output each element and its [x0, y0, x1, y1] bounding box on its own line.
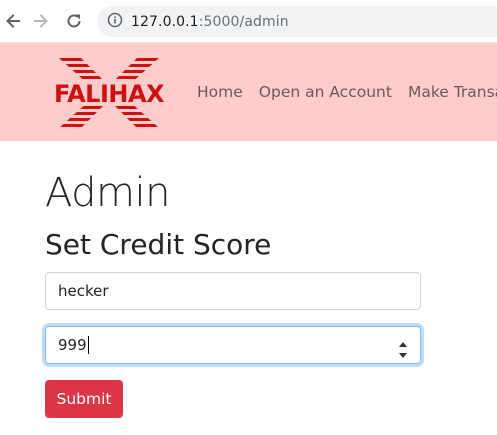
credit-score-input[interactable]: 999 [45, 326, 421, 364]
nav-make-transaction[interactable]: Make Transaction [408, 83, 497, 101]
arrow-right-icon[interactable] [29, 9, 53, 33]
url-path: :5000/admin [198, 13, 289, 30]
main-nav: Home Open an Account Make Transaction [197, 83, 497, 101]
info-icon[interactable] [107, 12, 123, 32]
spinner-down-icon[interactable] [397, 347, 409, 358]
browser-toolbar: 127.0.0.1:5000/admin [0, 0, 497, 43]
spinner-up-icon[interactable] [397, 335, 409, 347]
credit-score-value: 999 [58, 336, 87, 354]
number-spinner[interactable] [397, 335, 409, 358]
reload-icon[interactable] [62, 9, 86, 33]
site-header: FALIHAX Home Open an Account Make Transa… [0, 43, 497, 141]
address-bar[interactable]: 127.0.0.1:5000/admin [97, 6, 497, 37]
arrow-left-icon[interactable] [1, 9, 25, 33]
username-input[interactable]: hecker [45, 272, 421, 310]
url-text: 127.0.0.1:5000/admin [131, 14, 289, 30]
text-caret [87, 336, 89, 354]
nav-home[interactable]: Home [197, 83, 243, 101]
admin-form: Admin Set Credit Score hecker 999 Submit [45, 168, 421, 418]
page-title: Admin [45, 170, 170, 216]
nav-open-account[interactable]: Open an Account [259, 83, 392, 101]
section-title: Set Credit Score [45, 228, 272, 261]
submit-button[interactable]: Submit [45, 380, 123, 418]
username-value: hecker [58, 282, 109, 300]
falihax-logo[interactable]: FALIHAX [45, 58, 173, 128]
url-host: 127.0.0.1 [131, 13, 199, 30]
svg-text:FALIHAX: FALIHAX [54, 80, 165, 108]
